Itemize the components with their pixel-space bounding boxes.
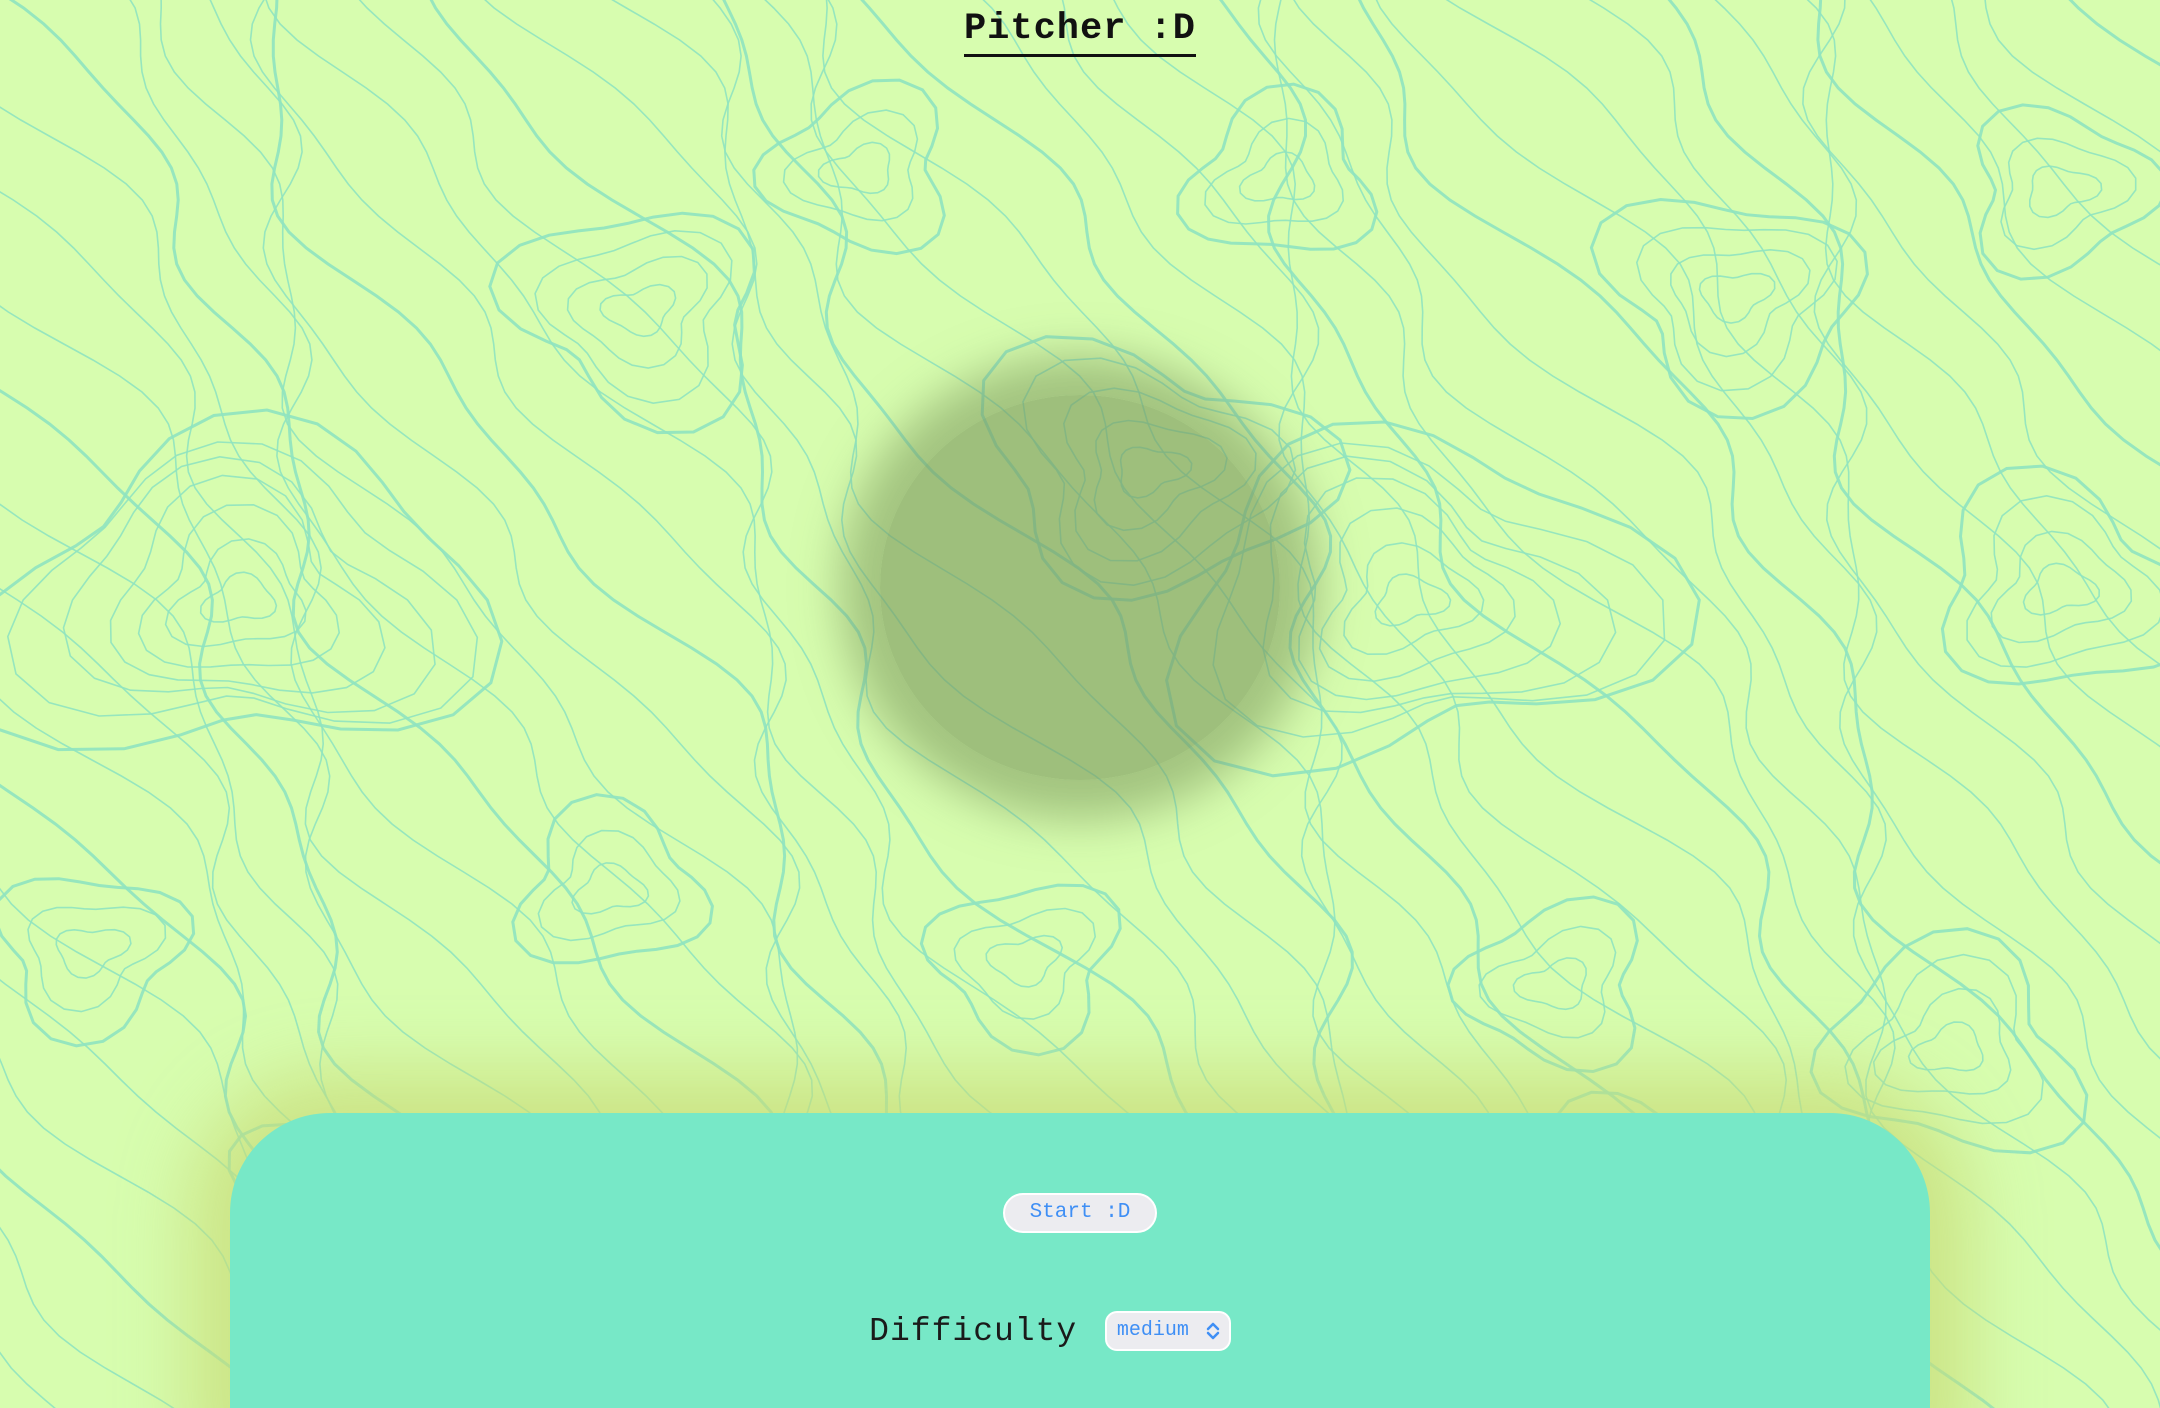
contour-line — [27, 906, 167, 1013]
contour-line — [599, 283, 677, 338]
page-title-wrapper: Pitcher :D — [0, 6, 2160, 57]
contour-line — [1698, 272, 1776, 324]
page-title: Pitcher :D — [963, 6, 1197, 57]
contour-line — [0, 1057, 270, 1408]
contour-line — [1872, 987, 2012, 1095]
contour-line — [1318, 507, 1516, 683]
difficulty-label: Difficulty — [869, 1312, 1078, 1350]
contour-line — [752, 78, 946, 256]
control-panel: Start :D Difficulty medium — [230, 1113, 1930, 1408]
contour-line — [537, 829, 681, 942]
contour-line — [1298, 477, 1562, 701]
contour-line — [1844, 953, 2044, 1125]
contour-line — [6, 441, 479, 724]
contour-line — [1950, 0, 2160, 266]
pitch-ball — [880, 395, 1280, 780]
contour-line — [0, 1351, 56, 1408]
contour-line — [1976, 103, 2160, 281]
start-button[interactable]: Start :D — [1003, 1193, 1157, 1233]
contour-line — [511, 793, 714, 965]
contour-line — [782, 109, 919, 222]
contour-line — [2068, 0, 2160, 67]
difficulty-selected-value: medium — [1116, 1319, 1189, 1342]
contour-line — [1589, 197, 1869, 421]
chevron-up-down-icon — [1206, 1322, 1220, 1340]
difficulty-row: Difficulty medium — [230, 1311, 1930, 1355]
contour-line — [1907, 1021, 1984, 1072]
contour-line — [55, 928, 132, 979]
game-page: Pitcher :D Start :D Difficulty medium — [0, 0, 2160, 1408]
contour-line — [2029, 165, 2103, 219]
contour-line — [62, 455, 436, 714]
contour-line — [1176, 82, 1379, 251]
contour-line — [488, 211, 756, 435]
contour-line — [919, 883, 1122, 1057]
contour-line — [566, 255, 708, 369]
contour-line — [2022, 562, 2101, 616]
contour-line — [985, 934, 1064, 988]
contour-line — [953, 907, 1097, 1020]
difficulty-select[interactable]: medium — [1104, 1311, 1231, 1351]
